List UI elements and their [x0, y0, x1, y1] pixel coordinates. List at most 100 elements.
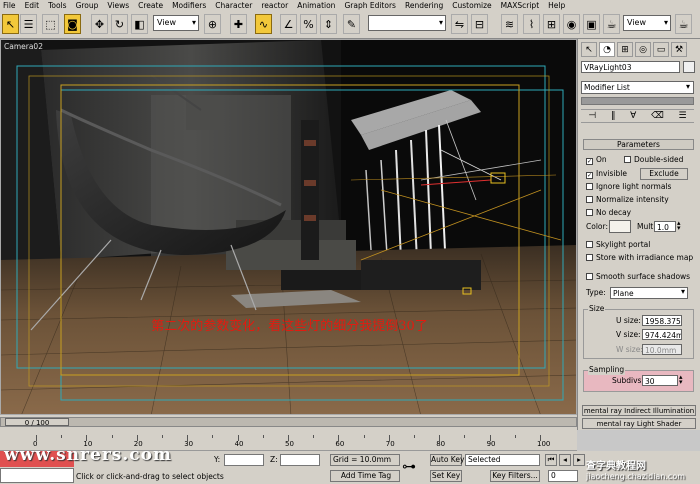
current-frame-field[interactable]: 0 [548, 470, 578, 482]
type-label: Type: [586, 288, 606, 297]
spinner-snap-icon[interactable]: ⇕ [320, 14, 337, 34]
menu-item-character[interactable]: Character [215, 0, 252, 11]
select-icon[interactable]: ↖ [2, 14, 19, 34]
type-dropdown[interactable]: Plane [610, 287, 688, 299]
scale-icon[interactable]: ◧ [131, 14, 148, 34]
key-mode-dropdown[interactable]: Selected [465, 454, 540, 466]
material-editor-icon[interactable]: ◉ [563, 14, 580, 34]
menu-item-help[interactable]: Help [548, 0, 565, 11]
usize-field[interactable]: 1958.375 [642, 315, 682, 326]
create-tab-icon[interactable]: ↖ [581, 42, 597, 57]
menu-item-reactor[interactable]: reactor [261, 0, 288, 11]
display-tab-icon[interactable]: ▭ [653, 42, 669, 57]
menu-item-edit[interactable]: Edit [25, 0, 40, 11]
select-by-name-icon[interactable]: ☰ [20, 14, 37, 34]
menu-item-file[interactable]: File [3, 0, 16, 11]
modifier-list-dropdown[interactable]: Modifier List [581, 81, 694, 94]
no-decay-checkbox[interactable]: No decay [586, 208, 631, 218]
add-time-tag-button[interactable]: Add Time Tag [330, 470, 400, 482]
pivot-icon[interactable]: ⊕ [204, 14, 221, 34]
viewport-label[interactable]: Camera02 [4, 42, 43, 51]
mult-spinner-icon[interactable]: ▴ ▾ [677, 220, 681, 232]
menu-item-customize[interactable]: Customize [452, 0, 491, 11]
rotate-icon[interactable]: ↻ [111, 14, 128, 34]
skylight-portal-checkbox[interactable]: Skylight portal [586, 240, 650, 250]
invisible-checkbox[interactable]: ✓ Invisible [586, 169, 627, 179]
align-icon[interactable]: ⊟ [471, 14, 488, 34]
select-region-icon[interactable]: ⬚ [42, 14, 59, 34]
double-sided-checkbox[interactable]: Double-sided [624, 155, 683, 165]
menu-item-views[interactable]: Views [107, 0, 129, 11]
percent-snap-icon[interactable]: % [300, 14, 317, 34]
wsize-field[interactable]: 10.0mm [642, 344, 682, 355]
time-slider-track[interactable]: 0 / 100 [0, 417, 577, 427]
render-scene-icon[interactable]: ☕ [603, 14, 620, 34]
y-coord-field[interactable] [224, 454, 264, 466]
configure-sets-icon[interactable]: ☰ [679, 111, 687, 121]
angle-snap-icon[interactable]: ∠ [280, 14, 297, 34]
subdivs-field[interactable]: 30 [642, 375, 678, 386]
show-end-result-icon[interactable]: ‖ [611, 111, 616, 121]
curve-editor-icon[interactable]: ⌇ [523, 14, 540, 34]
key-icon[interactable]: ⊶ [402, 459, 416, 475]
edit-named-sel-icon[interactable]: ✎ [343, 14, 360, 34]
layer-icon[interactable]: ≋ [501, 14, 518, 34]
menu-item-create[interactable]: Create [138, 0, 163, 11]
exclude-button[interactable]: Exclude [640, 168, 688, 180]
subdivs-spinner-icon[interactable]: ▴ ▾ [679, 374, 683, 386]
timeline-tick [61, 435, 63, 438]
auto-key-button[interactable]: Auto Key [430, 454, 464, 466]
menu-item-graph-editors[interactable]: Graph Editors [344, 0, 396, 11]
hierarchy-tab-icon[interactable]: ⊞ [617, 42, 633, 57]
remove-modifier-icon[interactable]: ⌫ [651, 111, 664, 121]
pin-stack-icon[interactable]: ⊣ [588, 111, 596, 121]
store-irradiance-label: Store with irradiance map [596, 253, 694, 262]
parameters-rollout-header[interactable]: Parameters [583, 139, 694, 150]
normalize-intensity-checkbox[interactable]: Normalize intensity [586, 195, 669, 205]
store-irradiance-checkbox[interactable]: Store with irradiance map [586, 253, 693, 263]
mult-field[interactable]: 1.0 [654, 221, 676, 232]
on-checkbox[interactable]: ✓ On [586, 155, 607, 165]
wsize-label: W size: [616, 345, 643, 354]
named-selection-dropdown[interactable] [368, 15, 446, 31]
set-key-button[interactable]: Set Key [430, 470, 462, 482]
manipulate-icon[interactable]: ✚ [230, 14, 247, 34]
mirror-icon[interactable]: ⇋ [451, 14, 468, 34]
mr-light-shader-rollout[interactable]: mental ray Light Shader [582, 418, 696, 429]
previous-frame-icon[interactable]: ◂ [559, 454, 571, 466]
menu-item-animation[interactable]: Animation [297, 0, 335, 11]
snap-icon[interactable]: ∿ [255, 14, 272, 34]
menu-item-tools[interactable]: Tools [48, 0, 66, 11]
object-color-swatch[interactable] [683, 61, 695, 73]
make-unique-icon[interactable]: ∀ [630, 111, 636, 121]
z-coord-field[interactable] [280, 454, 320, 466]
play-icon[interactable]: ▸ [573, 454, 585, 466]
reference-coord-dropdown[interactable]: View [153, 15, 199, 31]
key-filters-button[interactable]: Key Filters... [490, 470, 540, 482]
mr-indirect-illumination-rollout[interactable]: mental ray Indirect Illumination [582, 405, 696, 416]
color-swatch[interactable] [609, 220, 631, 233]
render-setup-icon[interactable]: ▣ [583, 14, 600, 34]
menu-item-group[interactable]: Group [76, 0, 99, 11]
ignore-light-normals-checkbox[interactable]: Ignore light normals [586, 182, 671, 192]
menu-item-modifiers[interactable]: Modifiers [172, 0, 206, 11]
menu-item-rendering[interactable]: Rendering [405, 0, 443, 11]
utilities-tab-icon[interactable]: ⚒ [671, 42, 687, 57]
render-view-dropdown[interactable]: View [623, 15, 671, 31]
schematic-icon[interactable]: ⊞ [543, 14, 560, 34]
menu-item-maxscript[interactable]: MAXScript [501, 0, 540, 11]
motion-tab-icon[interactable]: ◎ [635, 42, 651, 57]
window-crossing-icon[interactable]: ◙ [64, 14, 81, 34]
move-icon[interactable]: ✥ [91, 14, 108, 34]
object-name-field[interactable]: VRayLight03 [581, 61, 680, 73]
time-slider-thumb[interactable]: 0 / 100 [5, 418, 69, 427]
vsize-field[interactable]: 974.424m [642, 329, 682, 340]
camera-viewport[interactable]: Camera02 第二次的参数变化，看这些灯的细分我提倒30了 [0, 39, 577, 415]
go-to-start-icon[interactable]: ⏮ [545, 454, 557, 466]
modify-tab-icon[interactable]: ◔ [599, 42, 615, 57]
quick-render-icon[interactable]: ☕ [675, 14, 692, 34]
modifier-stack[interactable] [581, 97, 694, 105]
maxscript-mini-listener[interactable] [0, 468, 74, 483]
timeline-tick-label: 100 [537, 440, 551, 448]
smooth-shadows-checkbox[interactable]: Smooth surface shadows [586, 272, 690, 282]
